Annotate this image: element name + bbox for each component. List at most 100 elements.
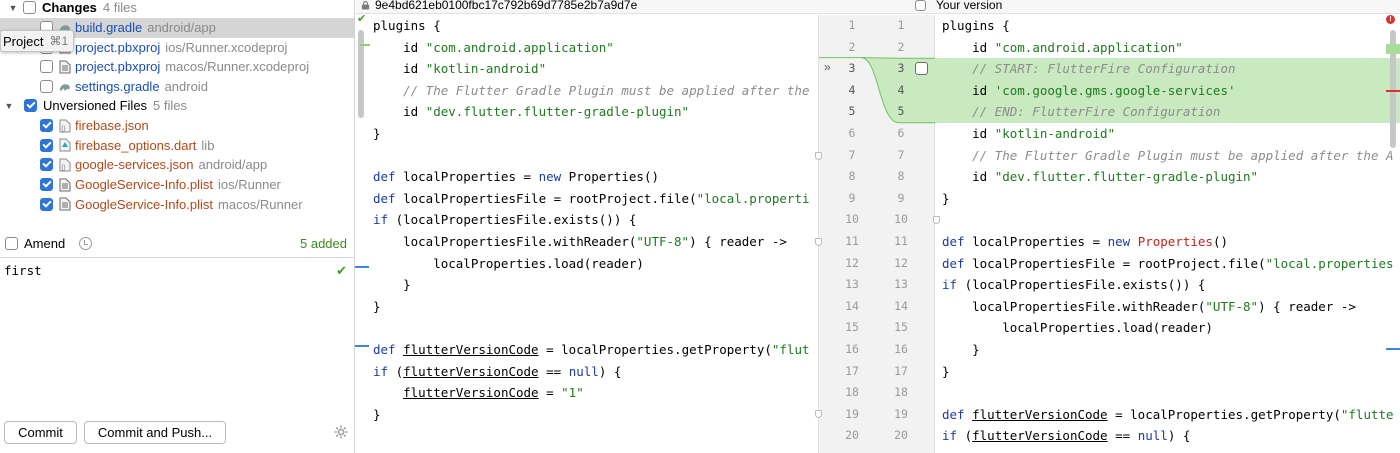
left-revision-hash: 9e4bd621eb0100fbc17c792b69d7785e2b7a9d7e	[375, 0, 638, 12]
unversioned-file-row[interactable]: {} firebase.json	[0, 116, 355, 136]
left-line-number: 18	[845, 385, 859, 400]
file-icon: {}	[59, 158, 71, 172]
code-line[interactable]: }	[356, 404, 818, 426]
code-line[interactable]: def localPropertiesFile = rootProject.fi…	[356, 188, 818, 210]
unversioned-file-row[interactable]: GoogleService-Info.plist macos/Runner	[0, 194, 355, 214]
code-line[interactable]: }	[935, 188, 1400, 210]
history-icon[interactable]	[79, 236, 93, 250]
chevron-down-icon[interactable]: ▼	[4, 101, 14, 111]
file-checkbox[interactable]	[40, 138, 53, 152]
code-line-text: flutterVersionCode = "1"	[403, 385, 584, 401]
code-line[interactable]: id "kotlin-android"	[935, 123, 1400, 145]
file-checkbox[interactable]	[40, 80, 53, 94]
unversioned-group-row[interactable]: ▼ Unversioned Files 5 files	[0, 96, 355, 116]
change-marker	[1386, 348, 1400, 350]
fold-marker-icon[interactable]	[815, 410, 822, 418]
code-line[interactable]: localProperties.load(reader)	[935, 317, 1400, 339]
code-line[interactable]: def flutterVersionCode = localProperties…	[935, 404, 1400, 426]
lock-icon	[361, 0, 370, 10]
left-line-number: 11	[845, 234, 859, 248]
code-line[interactable]: }	[935, 361, 1400, 383]
code-line[interactable]: }	[356, 274, 818, 296]
code-line[interactable]	[935, 382, 1400, 404]
file-checkbox[interactable]	[40, 60, 53, 74]
unversioned-group-count: 5 files	[153, 98, 188, 114]
file-checkbox[interactable]	[40, 158, 53, 172]
unversioned-file-row[interactable]: firebase_options.dart lib	[0, 136, 355, 156]
project-tooltip: Project ⌘1	[0, 30, 74, 52]
code-line[interactable]: if (flutterVersionCode == null) {	[356, 361, 818, 383]
code-line[interactable]: flutterVersionCode = "1"	[356, 382, 818, 404]
fold-marker-icon[interactable]	[933, 216, 940, 224]
code-line[interactable]: }	[356, 296, 818, 318]
amend-checkbox[interactable]	[5, 236, 18, 250]
unversioned-file-row[interactable]: GoogleService-Info.plist ios/Runner	[0, 175, 355, 195]
code-line[interactable]: plugins {	[935, 15, 1400, 37]
code-line[interactable]: def localProperties = new Properties()	[935, 231, 1400, 253]
code-line[interactable]	[935, 209, 1400, 231]
code-line-text: // END: FlutterFire Configuration	[942, 104, 1221, 120]
code-line[interactable]: // The Flutter Gradle Plugin must be app…	[356, 80, 818, 102]
commit-message-text[interactable]: first	[4, 263, 42, 278]
code-line-text: def localPropertiesFile = rootProject.fi…	[942, 255, 1394, 271]
left-line-number: 15	[845, 320, 859, 335]
right-line-number: 11	[894, 234, 908, 248]
changed-file-row[interactable]: settings.gradle android	[0, 77, 355, 97]
code-line[interactable]: }	[356, 123, 818, 145]
commit-message-input[interactable]: first ✔	[0, 257, 355, 417]
code-line-text: id "com.android.application"	[373, 39, 614, 55]
code-line[interactable]: id "com.android.application"	[356, 37, 818, 59]
changes-group-row[interactable]: ▼ Changes 4 files	[0, 0, 355, 18]
code-line-text: id "kotlin-android"	[373, 61, 547, 77]
code-line[interactable]: // END: FlutterFire Configuration	[935, 101, 1400, 123]
code-line[interactable]: localProperties.load(reader)	[356, 253, 818, 275]
code-line[interactable]: // The Flutter Gradle Plugin must be app…	[935, 145, 1400, 167]
right-line-number: 2	[897, 39, 905, 54]
left-code-pane[interactable]: plugins { id "com.android.application" i…	[356, 15, 818, 453]
fold-marker-icon[interactable]	[815, 238, 822, 246]
error-icon[interactable]: !	[1386, 15, 1395, 24]
right-code-pane[interactable]: plugins { id "com.android.application" /…	[935, 15, 1400, 453]
code-line-text: localPropertiesFile.withReader("UTF-8") …	[942, 298, 1356, 314]
file-checkbox[interactable]	[40, 119, 53, 133]
code-line[interactable]: }	[935, 339, 1400, 361]
code-line[interactable]: localPropertiesFile.withReader("UTF-8") …	[356, 231, 818, 253]
changed-file-row[interactable]: project.pbxproj macos/Runner.xcodeproj	[0, 57, 355, 77]
amend-label[interactable]: Amend	[24, 236, 65, 251]
code-line[interactable]: if (flutterVersionCode == null) {	[935, 425, 1400, 447]
chevron-down-icon[interactable]: ▼	[8, 3, 18, 13]
file-path: macos/Runner	[218, 196, 303, 212]
code-line[interactable]: plugins {	[356, 15, 818, 37]
code-line[interactable]: def flutterVersionCode = localProperties…	[356, 339, 818, 361]
code-line[interactable]: // START: FlutterFire Configuration	[935, 58, 1400, 80]
code-line[interactable]: def localPropertiesFile = rootProject.fi…	[935, 253, 1400, 275]
changes-group-checkbox[interactable]	[23, 1, 36, 15]
commit-and-push-button[interactable]: Commit and Push...	[84, 421, 226, 444]
code-line[interactable]: if (localPropertiesFile.exists()) {	[356, 209, 818, 231]
gear-icon[interactable]	[333, 424, 349, 440]
code-line[interactable]: id 'com.google.gms.google-services'	[935, 79, 1400, 102]
file-path: ios/Runner.xcodeproj	[165, 39, 288, 55]
code-line[interactable]: localPropertiesFile.withReader("UTF-8") …	[935, 296, 1400, 318]
commit-button[interactable]: Commit	[4, 421, 77, 444]
unversioned-group-checkbox[interactable]	[24, 99, 37, 113]
right-line-number: 15	[894, 320, 908, 335]
file-icon	[59, 60, 71, 74]
file-checkbox[interactable]	[40, 197, 53, 211]
code-line[interactable]: def localProperties = new Properties()	[356, 166, 818, 188]
double-chevron-right-icon[interactable]: »	[824, 60, 831, 74]
left-line-number: 14	[845, 298, 859, 313]
code-line-text: id "dev.flutter.flutter-gradle-plugin"	[942, 169, 1259, 185]
code-line[interactable]: id "dev.flutter.flutter-gradle-plugin"	[356, 101, 818, 123]
include-change-checkbox[interactable]	[915, 62, 928, 75]
code-line[interactable]: id "dev.flutter.flutter-gradle-plugin"	[935, 166, 1400, 188]
code-line[interactable]: id "com.android.application"	[935, 37, 1400, 59]
code-line[interactable]	[356, 317, 818, 339]
include-all-checkbox[interactable]	[915, 0, 926, 11]
code-line[interactable]: if (localPropertiesFile.exists()) {	[935, 274, 1400, 296]
unversioned-file-row[interactable]: {} google-services.json android/app	[0, 155, 355, 175]
file-checkbox[interactable]	[40, 178, 53, 192]
code-line[interactable]	[356, 145, 818, 167]
code-line[interactable]: id "kotlin-android"	[356, 58, 818, 80]
fold-marker-icon[interactable]	[815, 152, 822, 160]
